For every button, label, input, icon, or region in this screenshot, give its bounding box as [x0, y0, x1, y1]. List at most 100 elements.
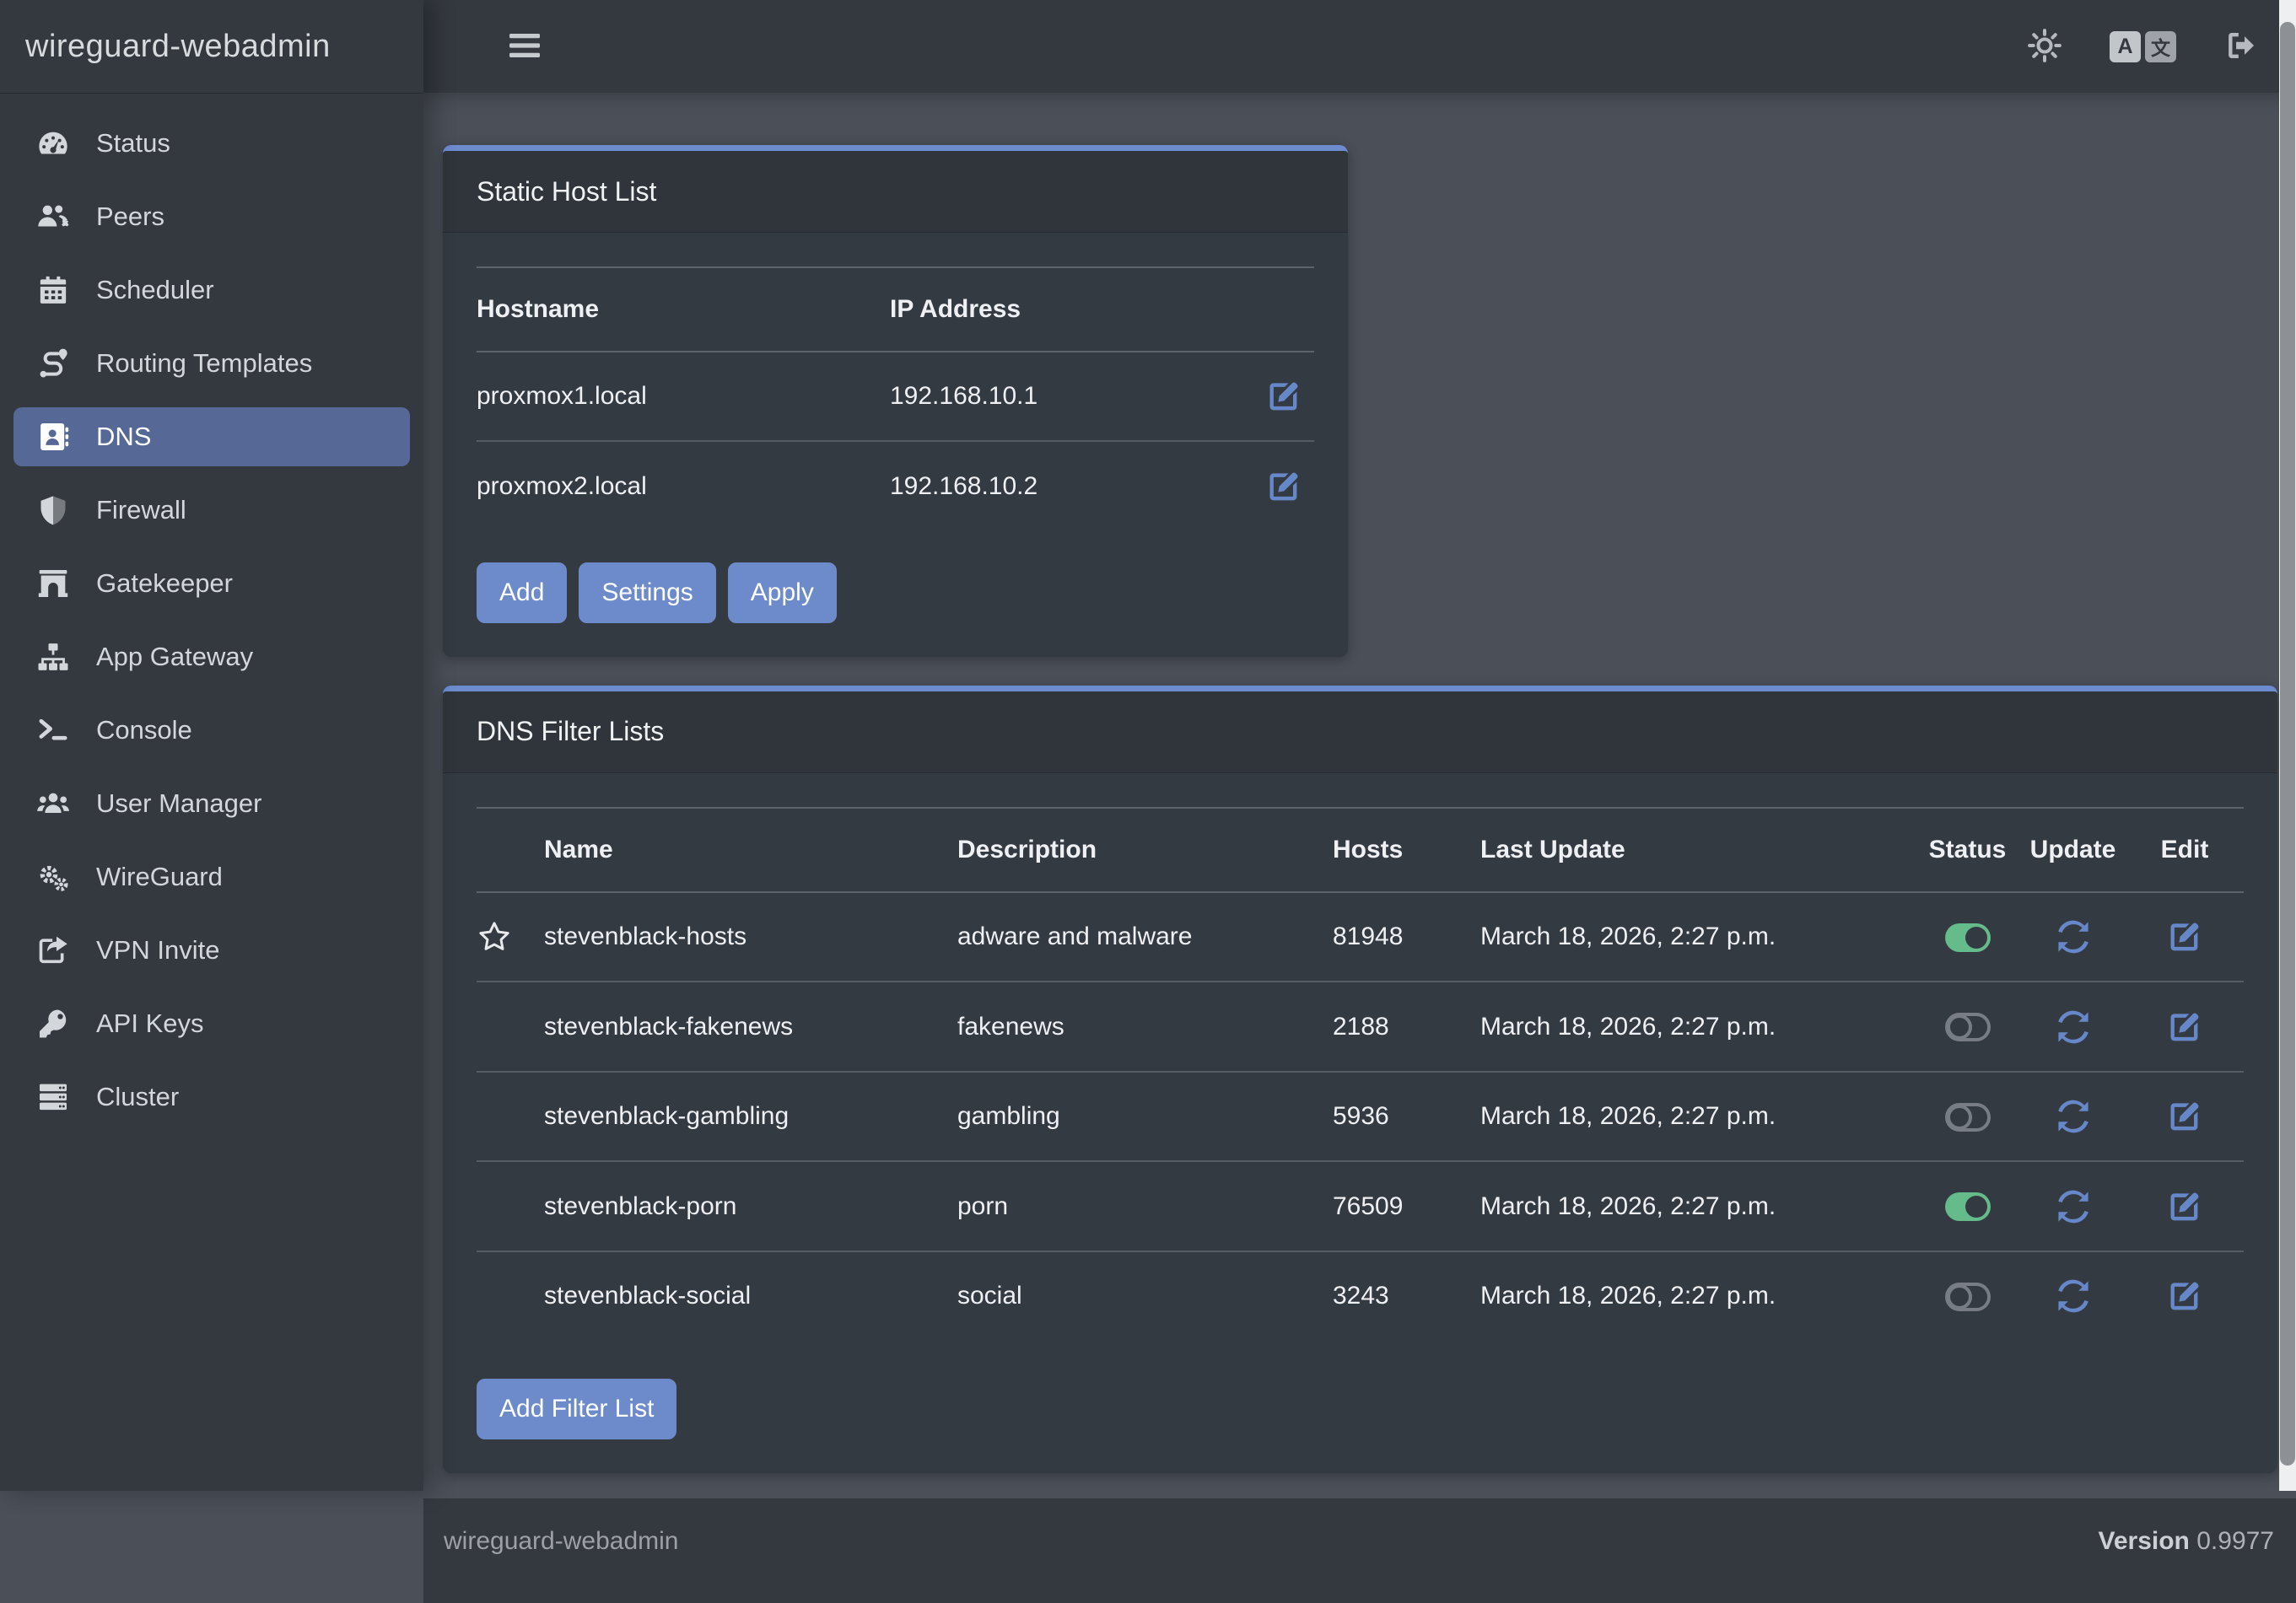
edit-filter-button[interactable] [2166, 918, 2203, 955]
filter-row: stevenblack-porn porn 76509 March 18, 20… [477, 1161, 2244, 1251]
static-host-card-title: Static Host List [477, 176, 656, 207]
filter-edit-cell [2126, 1161, 2244, 1251]
sidebar-item-status[interactable]: Status [13, 114, 410, 173]
terminal-icon [34, 713, 73, 747]
sidebar-item-label: Scheduler [96, 275, 214, 305]
logout-button[interactable] [2223, 28, 2259, 66]
sidebar-item-label: Firewall [96, 495, 186, 525]
status-toggle-on[interactable] [1945, 923, 1991, 952]
edit-filter-button[interactable] [2166, 1278, 2203, 1315]
status-toggle-off[interactable] [1945, 1283, 1991, 1311]
filter-hosts-count-cell: 81948 [1333, 892, 1480, 982]
col-star-spacer [477, 808, 544, 892]
filter-description-cell: porn [957, 1161, 1333, 1251]
filter-status-cell [1915, 1072, 2020, 1161]
pen-to-square-icon [2166, 930, 2203, 943]
dns-filter-card-title: DNS Filter Lists [477, 716, 664, 747]
sidebar-nav: Status Peers Scheduler Routing Templates DNS… [0, 94, 423, 1127]
edit-filter-button[interactable] [2166, 1188, 2203, 1225]
col-update: Update [2020, 808, 2126, 892]
sidebar-item-label: Peers [96, 202, 164, 232]
filter-edit-cell [2126, 1251, 2244, 1340]
static-host-actions: Add Settings Apply [477, 562, 1314, 623]
sidebar-item-console[interactable]: Console [13, 701, 410, 760]
static-host-table-header-row: Hostname IP Address [477, 267, 1314, 352]
sidebar-item-scheduler[interactable]: Scheduler [13, 261, 410, 320]
status-toggle-on[interactable] [1945, 1192, 1991, 1221]
update-filter-button[interactable] [2055, 1009, 2092, 1046]
sidebar-item-label: Cluster [96, 1082, 179, 1112]
apply-button[interactable]: Apply [728, 562, 837, 623]
scrollbar-thumb[interactable] [2280, 22, 2295, 1466]
edit-filter-button[interactable] [2166, 1098, 2203, 1135]
scrollbar[interactable] [2279, 0, 2296, 1491]
add-host-button[interactable]: Add [477, 562, 567, 623]
settings-button[interactable]: Settings [579, 562, 715, 623]
menu-toggle-button[interactable] [504, 25, 545, 68]
filter-update-cell [2020, 1161, 2126, 1251]
host-row: proxmox1.local 192.168.10.1 [477, 352, 1314, 441]
sidebar-item-user-manager[interactable]: User Manager [13, 774, 410, 833]
edit-host-button[interactable] [1265, 468, 1302, 505]
version-value: 0.9977 [2196, 1527, 2274, 1555]
theme-toggle-button[interactable] [2027, 28, 2062, 66]
sync-icon [2055, 1019, 2092, 1032]
sidebar-item-api-keys[interactable]: API Keys [13, 994, 410, 1053]
footer-version: Version 0.9977 [2099, 1527, 2275, 1556]
pen-to-square-icon [2166, 1199, 2203, 1212]
sidebar-item-label: App Gateway [96, 642, 253, 672]
sidebar-item-firewall[interactable]: Firewall [13, 481, 410, 540]
pen-to-square-icon [2166, 1289, 2203, 1302]
add-filter-list-button[interactable]: Add Filter List [477, 1379, 676, 1439]
favorite-star-icon[interactable] [477, 919, 512, 955]
filter-row: stevenblack-fakenews fakenews 2188 March… [477, 982, 2244, 1071]
dns-filter-table: Name Description Hosts Last Update Statu… [477, 807, 2244, 1340]
filter-last-update-cell: March 18, 2026, 2:27 p.m. [1480, 1072, 1915, 1161]
status-toggle-off[interactable] [1945, 1013, 1991, 1041]
language-button[interactable]: A 文 [2110, 31, 2176, 62]
static-host-table: Hostname IP Address proxmox1.local 192.1… [477, 266, 1314, 530]
content: Static Host List Hostname IP Address [423, 93, 2296, 1498]
sidebar-item-wireguard[interactable]: WireGuard [13, 847, 410, 906]
col-hostname: Hostname [477, 267, 890, 352]
version-label: Version [2099, 1527, 2190, 1555]
dns-filter-card-header: DNS Filter Lists [443, 691, 2277, 773]
server-icon [34, 1080, 73, 1114]
filter-last-update-cell: March 18, 2026, 2:27 p.m. [1480, 892, 1915, 982]
hostname-cell: proxmox1.local [477, 352, 890, 441]
sidebar-item-dns[interactable]: DNS [13, 407, 410, 466]
sidebar: wireguard-webadmin Status Peers Scheduler R… [0, 0, 423, 1491]
host-edit-cell [1253, 352, 1314, 441]
update-filter-button[interactable] [2055, 1098, 2092, 1135]
sidebar-item-cluster[interactable]: Cluster [13, 1068, 410, 1127]
filter-update-cell [2020, 1251, 2126, 1340]
sync-icon [2055, 1110, 2092, 1122]
addressbook-icon [34, 420, 73, 454]
sync-icon [2055, 1199, 2092, 1212]
ip-cell: 192.168.10.2 [890, 441, 1253, 530]
sidebar-item-label: Status [96, 128, 170, 159]
filter-status-cell [1915, 982, 2020, 1071]
update-filter-button[interactable] [2055, 1188, 2092, 1225]
update-filter-button[interactable] [2055, 1278, 2092, 1315]
host-edit-cell [1253, 441, 1314, 530]
sidebar-item-gatekeeper[interactable]: Gatekeeper [13, 554, 410, 613]
update-filter-button[interactable] [2055, 918, 2092, 955]
pen-to-square-icon [2166, 1019, 2203, 1032]
brand[interactable]: wireguard-webadmin [0, 0, 423, 94]
edit-host-button[interactable] [1265, 378, 1302, 415]
favorite-cell [477, 1161, 544, 1251]
sidebar-item-routing-templates[interactable]: Routing Templates [13, 334, 410, 393]
sign-out-icon [2223, 28, 2259, 66]
edit-filter-button[interactable] [2166, 1009, 2203, 1046]
status-toggle-off[interactable] [1945, 1103, 1991, 1132]
filter-edit-cell [2126, 892, 2244, 982]
sidebar-item-vpn-invite[interactable]: VPN Invite [13, 921, 410, 980]
filter-description-cell: fakenews [957, 982, 1333, 1071]
sidebar-item-app-gateway[interactable]: App Gateway [13, 627, 410, 686]
language-glyph-b: 文 [2145, 31, 2176, 62]
hostname-cell: proxmox2.local [477, 441, 890, 530]
filter-name-cell: stevenblack-social [544, 1251, 957, 1340]
sidebar-item-peers[interactable]: Peers [13, 187, 410, 246]
filter-description-cell: social [957, 1251, 1333, 1340]
